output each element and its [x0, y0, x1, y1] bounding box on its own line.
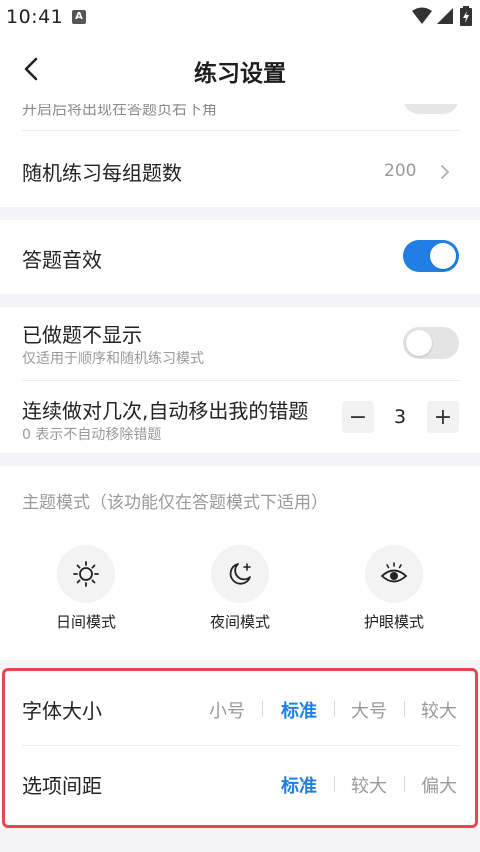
status-bar: 10:41 A [0, 0, 480, 34]
random-practice-title: 随机练习每组题数 [22, 161, 182, 185]
theme-night-label: 夜间模式 [209, 613, 270, 631]
theme-night-mode[interactable]: 夜间模式 [185, 545, 295, 632]
theme-label: 主题模式（该功能仅在答题模式下适用） [22, 493, 328, 513]
auto-remove-row: 连续做对几次,自动移出我的错题 0 表示不自动移除错题 − 3 + [0, 381, 480, 453]
answer-sound-title: 答题音效 [22, 248, 102, 272]
partial-toggle[interactable] [403, 104, 459, 114]
toggle-knob [430, 243, 456, 269]
partial-setting-row: 开启后将出现在答题页右下角 [0, 104, 480, 130]
answer-sound-toggle[interactable] [403, 240, 459, 272]
section-gap [0, 294, 480, 307]
section-gap [0, 453, 480, 466]
hide-done-title: 已做题不显示 [22, 323, 142, 347]
stepper-value: 3 [393, 406, 407, 428]
toggle-knob [406, 330, 432, 356]
eye-icon [380, 562, 408, 583]
theme-day-label: 日间模式 [55, 613, 116, 631]
theme-icon-circle [211, 545, 269, 603]
signal-icon [437, 8, 453, 24]
page-title: 练习设置 [194, 61, 286, 87]
wifi-icon [412, 7, 432, 24]
sun-icon [73, 561, 99, 587]
battery-icon [460, 6, 472, 26]
random-practice-row[interactable]: 随机练习每组题数 200 [0, 131, 480, 207]
partial-setting-subtitle: 开启后将出现在答题页右下角 [22, 104, 218, 118]
status-time: 10:41 [6, 6, 64, 28]
section-gap [0, 207, 480, 220]
hide-done-row: 已做题不显示 仅适用于顺序和随机练习模式 [0, 307, 480, 381]
theme-eye-care-label: 护眼模式 [363, 613, 424, 631]
stepper-minus-button[interactable]: − [342, 401, 374, 433]
chevron-right-icon [441, 165, 450, 179]
highlight-annotation-box [2, 668, 478, 828]
moon-icon [229, 563, 251, 585]
theme-icon-circle [365, 545, 423, 603]
auto-remove-title: 连续做对几次,自动移出我的错题 [22, 399, 309, 423]
answer-sound-row: 答题音效 [0, 220, 480, 294]
theme-icon-circle [57, 545, 115, 603]
theme-day-mode[interactable]: 日间模式 [31, 545, 141, 632]
hide-done-toggle[interactable] [403, 327, 459, 359]
bottom-gap [0, 828, 480, 852]
stepper-plus-button[interactable]: + [427, 401, 459, 433]
random-practice-value: 200 [384, 161, 417, 181]
auto-remove-subtitle: 0 表示不自动移除错题 [22, 427, 162, 443]
hide-done-subtitle: 仅适用于顺序和随机练习模式 [22, 351, 204, 367]
theme-eye-care-mode[interactable]: 护眼模式 [339, 545, 449, 632]
nav-bar: 练习设置 [0, 34, 480, 104]
notification-icon: A [72, 10, 86, 24]
